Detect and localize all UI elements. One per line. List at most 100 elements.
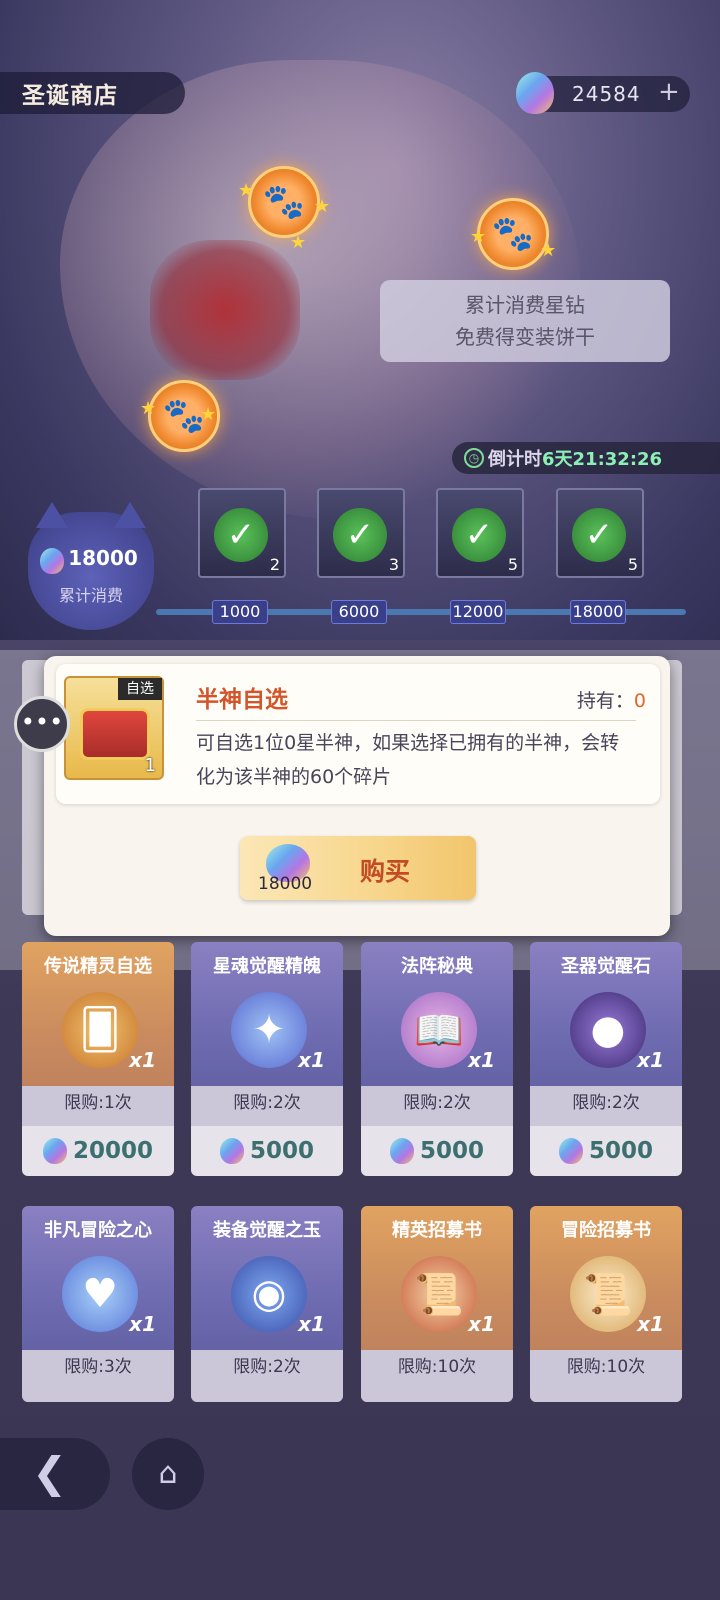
card-qty: x1 — [129, 1312, 156, 1336]
star-sparkle: ★ — [540, 240, 557, 261]
cumulative-value: 18000 — [68, 546, 138, 570]
card-name: 冒险招募书 — [561, 1220, 651, 1241]
card-price: 5000 — [249, 1138, 314, 1164]
star-sparkle: ★ — [200, 404, 217, 425]
card-icon: 🂠 — [62, 992, 138, 1068]
milestone-label: 12000 — [450, 600, 506, 624]
shop-card[interactable]: 圣器觉醒石 ● x1 限购:2次 — [530, 942, 682, 1138]
paw-icon: 🐾 — [162, 396, 206, 436]
buy-button[interactable]: 18000 购买 — [240, 836, 476, 900]
home-icon[interactable]: ⌂ — [132, 1438, 204, 1510]
tier-count: 5 — [507, 555, 518, 574]
item-description: 可自选1位0星半神，如果选择已拥有的半神，会转化为该半神的60个碎片 — [196, 732, 620, 788]
star-sparkle: ★ — [140, 398, 157, 419]
hold-label: 持有： — [576, 690, 634, 712]
item-tag: 自选 — [118, 678, 162, 700]
card-name: 装备觉醒之玉 — [213, 1220, 321, 1241]
card-icon: 📜 — [401, 1256, 477, 1332]
card-name: 星魂觉醒精魄 — [213, 956, 321, 977]
card-icon: ● — [570, 992, 646, 1068]
card-price: 5000 — [588, 1138, 653, 1164]
chat-bubble-icon[interactable]: ••• — [14, 696, 70, 752]
star-diamond-icon — [558, 1138, 583, 1164]
claimed-check-icon: ✓ — [572, 508, 626, 562]
card-qty: x1 — [637, 1312, 664, 1336]
card-qty: x1 — [129, 1048, 156, 1072]
milestone-label: 6000 — [331, 600, 387, 624]
promo-line-1: 累计消费星钻 — [465, 293, 585, 317]
cumulative-label: 累计消费 — [58, 586, 123, 605]
item-icon: 自选 1 — [64, 676, 164, 780]
promo-banner: 累计消费星钻 免费得变装饼干 — [380, 280, 670, 362]
card-qty: x1 — [298, 1312, 325, 1336]
card-qty: x1 — [637, 1048, 664, 1072]
milestone-label: 18000 — [570, 600, 626, 624]
character-dress — [150, 240, 300, 380]
claimed-check-icon: ✓ — [452, 508, 506, 562]
shop-card[interactable]: 星魂觉醒精魄 ✦ x1 限购:2次 — [191, 942, 343, 1138]
card-name: 精英招募书 — [392, 1220, 482, 1241]
card-qty: x1 — [468, 1312, 495, 1336]
hold-count: 持有：0 — [577, 686, 646, 713]
card-limit: 限购:10次 — [361, 1350, 513, 1402]
card-icon: ♥ — [62, 1256, 138, 1332]
currency-bar: 24584 + — [516, 72, 690, 114]
card-name: 法阵秘典 — [401, 956, 473, 977]
card-limit: 限购:2次 — [191, 1350, 343, 1402]
tier-count: 2 — [269, 555, 280, 574]
card-name: 圣器觉醒石 — [561, 956, 651, 977]
tier-reward-1[interactable]: ✓ 2 — [198, 488, 286, 578]
paw-reward-1[interactable]: 🐾 — [248, 166, 320, 238]
shop-card[interactable]: 传说精灵自选 🂠 x1 限购:1次 — [22, 942, 174, 1138]
paw-icon: 🐾 — [491, 214, 535, 254]
card-price: 20000 — [72, 1138, 154, 1164]
card-icon: 📜 — [570, 1256, 646, 1332]
claimed-check-icon: ✓ — [333, 508, 387, 562]
countdown-timer: ◷ 倒计时 6天21:32:26 — [452, 442, 720, 474]
price-button[interactable]: 20000 — [22, 1126, 174, 1176]
item-quantity: 1 — [144, 755, 156, 776]
back-arrow-icon[interactable]: ❮ — [0, 1438, 110, 1510]
currency-value: 24584 — [572, 82, 641, 106]
tier-reward-4[interactable]: ✓ 5 — [556, 488, 644, 578]
price-button[interactable]: 5000 — [361, 1126, 513, 1176]
star-diamond-icon — [516, 72, 554, 114]
star-diamond-icon — [42, 1138, 67, 1164]
shop-card[interactable]: 精英招募书 📜 x1 限购:10次 — [361, 1206, 513, 1402]
shop-card[interactable]: 非凡冒险之心 ♥ x1 限购:3次 — [22, 1206, 174, 1402]
paw-reward-2[interactable]: 🐾 — [477, 198, 549, 270]
cumulative-spend-badge: 18000 累计消费 — [28, 502, 154, 630]
add-currency-button[interactable]: + — [658, 77, 680, 107]
card-limit: 限购:10次 — [530, 1350, 682, 1402]
star-sparkle: ★ — [470, 226, 487, 247]
countdown-time: 6天21:32:26 — [542, 449, 663, 470]
card-icon: ✦ — [231, 992, 307, 1068]
shop-card[interactable]: 装备觉醒之玉 ◉ x1 限购:2次 — [191, 1206, 343, 1402]
tier-reward-3[interactable]: ✓ 5 — [436, 488, 524, 578]
star-sparkle: ★ — [314, 196, 331, 217]
card-limit: 限购:3次 — [22, 1350, 174, 1402]
cat-ear-left — [36, 502, 68, 528]
item-detail-popup: 自选 1 半神自选 持有：0 可自选1位0星半神，如果选择已拥有的半神，会转化为… — [44, 656, 670, 936]
countdown-label: 倒计时 — [488, 449, 542, 470]
paw-icon: 🐾 — [262, 182, 306, 222]
tier-reward-2[interactable]: ✓ 3 — [317, 488, 405, 578]
card-price: 5000 — [419, 1138, 484, 1164]
buy-price: 18000 — [258, 874, 313, 894]
price-button[interactable]: 5000 — [191, 1126, 343, 1176]
shop-card[interactable]: 法阵秘典 📖 x1 限购:2次 — [361, 942, 513, 1138]
price-button[interactable]: 5000 — [530, 1126, 682, 1176]
cat-ear-right — [114, 502, 146, 528]
card-icon: 📖 — [401, 992, 477, 1068]
card-icon: ◉ — [231, 1256, 307, 1332]
hold-value: 0 — [633, 690, 646, 712]
star-diamond-icon — [389, 1138, 414, 1164]
card-qty: x1 — [468, 1048, 495, 1072]
tier-count: 3 — [388, 555, 399, 574]
promo-line-2: 免费得变装饼干 — [455, 325, 595, 349]
shop-card[interactable]: 冒险招募书 📜 x1 限购:10次 — [530, 1206, 682, 1402]
card-name: 非凡冒险之心 — [44, 1220, 152, 1241]
milestone-label: 1000 — [212, 600, 268, 624]
star-sparkle: ★ — [290, 232, 307, 253]
claimed-check-icon: ✓ — [214, 508, 268, 562]
